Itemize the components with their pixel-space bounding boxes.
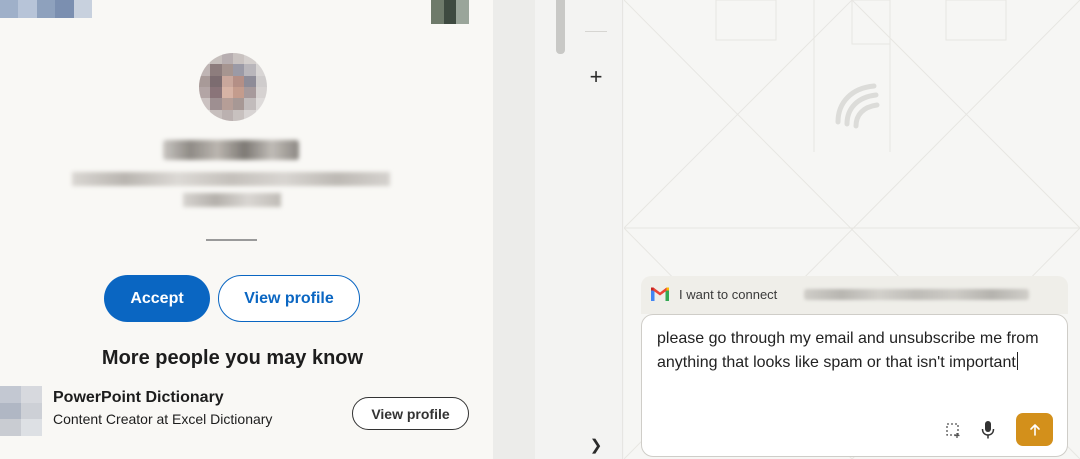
view-profile-button[interactable]: View profile (352, 397, 469, 430)
redacted-headline (72, 172, 390, 186)
prompt-input[interactable]: please go through my email and unsubscri… (641, 314, 1068, 457)
redacted-headline (183, 193, 281, 207)
divider (585, 31, 607, 32)
select-region-icon[interactable] (945, 422, 961, 438)
divider (206, 239, 257, 241)
scrollbar[interactable] (556, 0, 565, 54)
redacted-name (163, 140, 299, 160)
list-item: PowerPoint Dictionary Content Creator at… (0, 384, 493, 440)
assistant-app: + ❯ I want to connect please go through … (535, 0, 1080, 459)
section-title: More people you may know (101, 347, 364, 369)
redacted-email (804, 289, 1029, 300)
app-logo-icon (835, 83, 880, 129)
prompt-text[interactable]: please go through my email and unsubscri… (657, 327, 1057, 375)
linkedin-panel: Accept View profile More people you may … (0, 0, 493, 459)
connect-label: I want to connect (679, 287, 778, 302)
text-caret (1016, 352, 1018, 370)
person-headline: Content Creator at Excel Dictionary (53, 411, 273, 427)
avatar[interactable] (0, 386, 42, 436)
send-button[interactable] (1016, 413, 1053, 446)
chevron-right-icon[interactable]: ❯ (588, 436, 604, 456)
sidebar: + ❯ (535, 0, 623, 459)
gmail-icon (651, 287, 669, 301)
connect-bar[interactable]: I want to connect (641, 276, 1068, 314)
pixelated-image-fragment (0, 0, 93, 18)
person-name[interactable]: PowerPoint Dictionary (53, 389, 224, 407)
view-profile-button[interactable]: View profile (218, 275, 360, 322)
chat-canvas: I want to connect please go through my e… (624, 0, 1080, 459)
window-gutter (493, 0, 535, 459)
avatar[interactable] (199, 53, 267, 121)
microphone-icon[interactable] (980, 420, 996, 440)
arrow-up-icon (1029, 423, 1040, 436)
accept-button[interactable]: Accept (104, 275, 210, 322)
pixelated-image-fragment (431, 0, 470, 24)
plus-icon[interactable]: + (586, 66, 606, 88)
